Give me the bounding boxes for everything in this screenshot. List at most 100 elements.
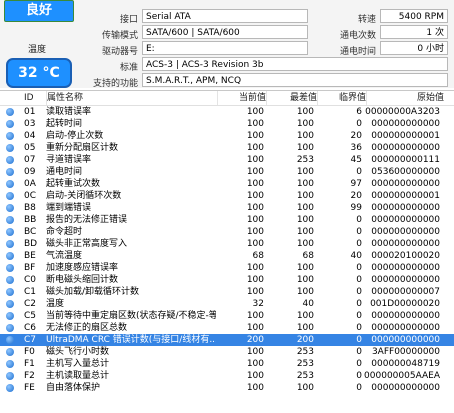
- attribute-name: 通电时间: [46, 167, 83, 177]
- status-icon: [0, 310, 20, 322]
- attribute-id: B8: [24, 203, 36, 213]
- table-row[interactable]: 05 重新分配扇区计数 100 100 36 000000000000: [0, 142, 454, 154]
- attribute-name: 磁头非正常高度写入: [46, 239, 128, 249]
- raw-value: 000000000000: [371, 143, 440, 153]
- table-row[interactable]: F0 磁头飞行小时数 100 253 0 3AFF00000000: [0, 346, 454, 358]
- raw-value: 000000000000: [371, 239, 440, 249]
- table-header: ID 属性名称 当前值 最差值 临界值 原始值: [0, 91, 454, 106]
- attribute-id: C7: [24, 335, 37, 345]
- table-row[interactable]: 07 寻道错误率 100 253 45 000000000111: [0, 154, 454, 166]
- table-row[interactable]: 0C 启动-关闭循环次数 100 100 20 000000000001: [0, 190, 454, 202]
- worst-value: 253: [296, 155, 314, 165]
- worst-value: 100: [296, 323, 314, 333]
- health-status-badge[interactable]: 良好: [4, 0, 74, 22]
- worst-value: 100: [296, 191, 314, 201]
- column-header-raw[interactable]: 原始值: [366, 91, 450, 105]
- attribute-id: 0A: [24, 179, 36, 189]
- attribute-id: C1: [24, 287, 37, 297]
- threshold-value: 6: [356, 107, 362, 117]
- threshold-value: 45: [350, 155, 362, 165]
- attribute-id: BC: [24, 227, 37, 237]
- status-icon: [0, 346, 20, 358]
- attribute-id: C5: [24, 311, 37, 321]
- attribute-id: 07: [24, 155, 36, 165]
- threshold-value: 0: [356, 299, 362, 309]
- attribute-name: UltraDMA CRC 错误计数(与接口/线材有...: [46, 335, 216, 345]
- table-row[interactable]: B8 端到端错误 100 100 99 000000000000: [0, 202, 454, 214]
- table-row[interactable]: C2 温度 32 40 0 001D00000020: [0, 298, 454, 310]
- table-row[interactable]: 03 起转时间 100 100 0 000000000000: [0, 118, 454, 130]
- status-dot-icon: [6, 264, 14, 272]
- table-row[interactable]: BF 加速度感应错误率 100 100 0 000000000000: [0, 262, 454, 274]
- raw-value: 000000000000: [371, 323, 440, 333]
- interface-field: Serial ATA: [142, 9, 308, 23]
- attribute-name: 端到端错误: [46, 203, 92, 213]
- status-dot-icon: [6, 156, 14, 164]
- attribute-name: 起转时间: [46, 119, 83, 129]
- table-row[interactable]: 0A 起转重试次数 100 100 97 000000000000: [0, 178, 454, 190]
- attribute-id: 05: [24, 143, 36, 153]
- raw-value: 000000000000: [371, 383, 440, 393]
- table-body: 01 读取错误率 100 100 6 00000000A3203 03 起转时间 100 100 0…: [0, 106, 454, 394]
- table-row[interactable]: C7 UltraDMA CRC 错误计数(与接口/线材有... 200 200 0 000…: [0, 334, 454, 346]
- attribute-id: BE: [24, 251, 36, 261]
- status-icon: [0, 262, 20, 274]
- status-icon: [0, 370, 20, 382]
- temperature-badge[interactable]: 32 °C: [6, 58, 72, 88]
- worst-value: 100: [296, 167, 314, 177]
- attribute-name: 命令超时: [46, 227, 83, 237]
- table-row[interactable]: BB 报告的无法修正错误 100 100 0 000000000000: [0, 214, 454, 226]
- table-row[interactable]: BE 气流温度 68 68 40 000020100020: [0, 250, 454, 262]
- raw-value: 000000000001: [371, 131, 440, 141]
- table-row[interactable]: BD 磁头非正常高度写入 100 100 0 000000000000: [0, 238, 454, 250]
- status-icon: [0, 130, 20, 142]
- status-dot-icon: [6, 204, 14, 212]
- threshold-value: 0: [356, 371, 362, 381]
- status-icon: [0, 166, 20, 178]
- smart-attributes-table[interactable]: ID 属性名称 当前值 最差值 临界值 原始值 01 读取错误率 100 100 6 00…: [0, 90, 454, 413]
- column-header-worst[interactable]: 最差值: [266, 91, 317, 105]
- column-header-id[interactable]: ID: [20, 91, 46, 105]
- table-row[interactable]: 09 通电时间 100 100 0 053600000000: [0, 166, 454, 178]
- status-icon: [0, 250, 20, 262]
- column-header-name[interactable]: 属性名称: [46, 91, 217, 105]
- status-dot-icon: [6, 168, 14, 176]
- raw-value: 000000000000: [371, 335, 440, 345]
- current-value: 100: [246, 311, 264, 321]
- threshold-value: 20: [350, 191, 362, 201]
- attribute-name: 自由落体保护: [46, 383, 101, 393]
- raw-value: 00000000A3203: [365, 107, 440, 117]
- status-icon: [0, 178, 20, 190]
- attribute-id: C6: [24, 323, 37, 333]
- transfer-mode-field: SATA/600 | SATA/600: [142, 25, 308, 39]
- current-value: 100: [246, 119, 264, 129]
- table-row[interactable]: 01 读取错误率 100 100 6 00000000A3203: [0, 106, 454, 118]
- table-row[interactable]: FE 自由落体保护 100 100 0 000000000000: [0, 382, 454, 394]
- attribute-id: BF: [24, 263, 36, 273]
- status-dot-icon: [6, 324, 14, 332]
- table-row[interactable]: 04 启动-停止次数 100 100 20 000000000001: [0, 130, 454, 142]
- raw-value: 000000000000: [371, 215, 440, 225]
- attribute-id: 03: [24, 119, 36, 129]
- worst-value: 100: [296, 215, 314, 225]
- table-row[interactable]: F1 主机写入量总计 100 253 0 000000048719: [0, 358, 454, 370]
- status-icon: [0, 358, 20, 370]
- attribute-name: 加速度感应错误率: [46, 263, 119, 273]
- table-row[interactable]: C5当前等待中重定扇区数(状态存疑/不稳定-等待后...100100000000…: [0, 310, 454, 322]
- status-icon: [0, 298, 20, 310]
- current-value: 100: [246, 143, 264, 153]
- table-row[interactable]: C0 断电磁头缩回计数 100 100 0 000000000000: [0, 274, 454, 286]
- column-header-current[interactable]: 当前值: [217, 91, 266, 105]
- drive-letter-label: 驱动器号: [101, 47, 138, 57]
- attribute-name: 启动-关闭循环次数: [46, 191, 122, 201]
- table-row[interactable]: C6 无法修正的扇区总数 100 100 0 000000000000: [0, 322, 454, 334]
- table-row[interactable]: BC 命令超时 100 100 0 000000000000: [0, 226, 454, 238]
- standard-field: ACS-3 | ACS-3 Revision 3b: [142, 57, 448, 71]
- current-value: 100: [246, 383, 264, 393]
- table-row[interactable]: F2 主机读取量总计 100 253 0 000000005AAEA: [0, 370, 454, 382]
- attribute-id: F2: [24, 371, 35, 381]
- column-header-threshold[interactable]: 临界值: [317, 91, 366, 105]
- attribute-name: 起转重试次数: [46, 179, 101, 189]
- table-row[interactable]: C1 磁头加载/卸载循环计数 100 100 0 000000000007: [0, 286, 454, 298]
- worst-value: 100: [296, 383, 314, 393]
